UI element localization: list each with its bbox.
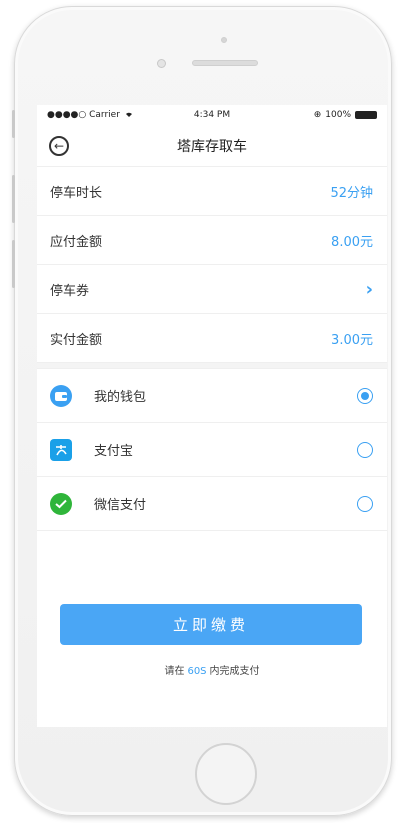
amount-due-value: 8.00元 (331, 234, 373, 250)
wechat-pay-icon (50, 492, 72, 515)
radio-wallet[interactable] (357, 387, 373, 404)
camera-dot (221, 37, 227, 43)
payment-option-wallet[interactable]: 我的钱包 (37, 369, 387, 423)
amount-paid-value: 3.00元 (331, 332, 373, 348)
radio-wechat[interactable] (357, 495, 373, 512)
payment-countdown: 请在 60S 内完成支付 (37, 662, 387, 677)
front-camera (157, 59, 166, 68)
mute-switch[interactable] (12, 110, 15, 138)
home-button[interactable] (195, 743, 257, 805)
parking-coupon-label: 停车券 (50, 283, 90, 299)
amount-due-row: 应付金额 8.00元 (37, 216, 387, 265)
countdown-prefix: 请在 (164, 666, 185, 677)
arrow-left-icon: ← (53, 139, 65, 153)
parking-duration-label: 停车时长 (50, 185, 103, 201)
wallet-icon (50, 384, 72, 407)
back-button[interactable]: ← (49, 136, 69, 156)
clock: 4:34 PM (193, 110, 231, 120)
app-screen: ●●●●○ Carrier 4:34 PM ⊕ 100% ← 塔库存取车 停车时… (37, 105, 387, 727)
amount-paid-row: 实付金额 3.00元 (37, 314, 387, 363)
chevron-right-icon: › (365, 278, 373, 300)
countdown-seconds: 60S (187, 666, 207, 677)
payment-option-alipay[interactable]: 支付宝 (37, 423, 387, 477)
payment-label-alipay: 支付宝 (94, 444, 134, 459)
parking-duration-row: 停车时长 52分钟 (37, 167, 387, 216)
volume-down-button[interactable] (12, 240, 15, 288)
parking-duration-value: 52分钟 (330, 185, 373, 201)
nav-bar: ← 塔库存取车 (37, 125, 387, 167)
payment-label-wallet: 我的钱包 (94, 390, 147, 405)
speaker-grille (192, 60, 258, 66)
amount-paid-label: 实付金额 (50, 332, 103, 348)
payment-option-wechat[interactable]: 微信支付 (37, 477, 387, 531)
alipay-icon (50, 438, 72, 461)
countdown-suffix: 内完成支付 (209, 666, 260, 677)
radio-alipay[interactable] (357, 441, 373, 458)
payment-label-wechat: 微信支付 (94, 498, 147, 513)
page-title: 塔库存取车 (177, 138, 247, 155)
pay-now-button[interactable]: 立即缴费 (60, 604, 362, 645)
volume-up-button[interactable] (12, 175, 15, 223)
parking-coupon-row[interactable]: 停车券 › (37, 265, 387, 314)
amount-due-label: 应付金额 (50, 234, 103, 250)
status-bar: ●●●●○ Carrier 4:34 PM ⊕ 100% (37, 105, 387, 125)
